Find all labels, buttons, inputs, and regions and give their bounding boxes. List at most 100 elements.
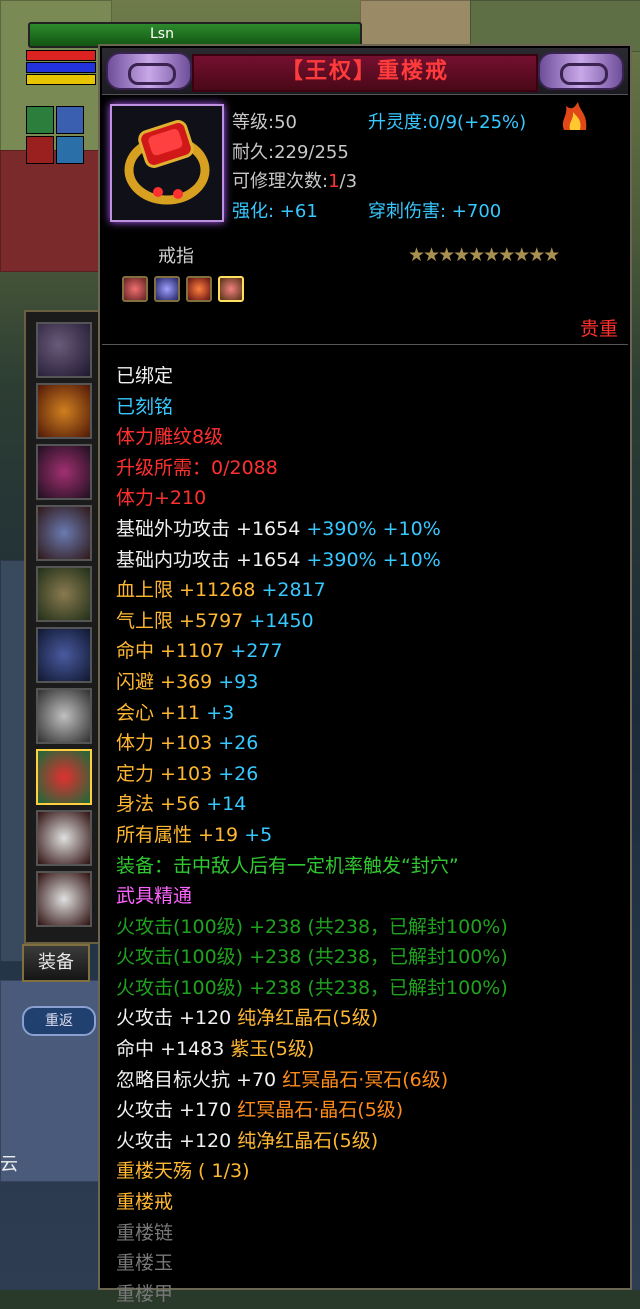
return-button[interactable]: 重返 [22,1006,96,1036]
attribute-line: 会心 +11 +3 [116,698,508,729]
tooltip-title-bar: 【王权】重楼戒 [102,48,628,95]
flame-icon [562,102,587,130]
item-type: 戒指 [158,246,194,267]
item-level: 等级:50 [232,112,297,133]
slot-boots[interactable] [36,627,92,683]
attribute-line: 身法 +56 +14 [116,789,508,820]
attribute-text: 火攻击 +120 [116,1007,238,1030]
slot-shoulder[interactable] [36,383,92,439]
buff-icon[interactable] [26,106,54,134]
attribute-text: +390% +10% [306,548,441,571]
enhance-level: 强化: +61 [232,201,318,222]
attribute-text: 重楼链 [116,1221,174,1244]
slot-hat[interactable] [36,566,92,622]
attribute-text: 基础外功攻击 +1654 [116,517,307,540]
attribute-text: 体力雕纹8级 [116,426,224,449]
attribute-line: 命中 +1107 +277 [116,636,508,667]
buff-icon[interactable] [56,136,84,164]
attribute-text: +26 [218,732,259,755]
slot-bracer[interactable] [36,444,92,500]
slot-amulet-1[interactable] [36,810,92,866]
player-name: Lsn [150,26,174,42]
ascend-degree: 升灵度:0/9(+25%) [368,108,526,134]
buff-icon[interactable] [26,136,54,164]
attribute-text: 火攻击(100级) +238 (共238，已解封100%) [116,915,508,938]
durability: 耐久:229/255 [232,142,349,163]
attribute-line: 火攻击(100级) +238 (共238，已解封100%) [116,973,508,1004]
attribute-list: 已绑定 已刻铭 体力雕纹8级 升级所需：0/2088 体力+210 基础外功攻击 +165… [116,361,508,1309]
ring-icon [124,120,210,205]
attribute-text: 闪避 +369 [116,670,219,693]
attribute-line: 火攻击 +170 红冥晶石·晶石(5级) [116,1095,508,1126]
attribute-text: 会心 +11 [116,701,207,724]
attribute-line: 重楼天殇 ( 1/3) [116,1156,508,1187]
slot-amulet-2[interactable] [36,871,92,927]
attribute-text: +2817 [261,579,326,602]
attribute-line: 基础外功攻击 +1654 +390% +10% [116,514,508,545]
repair-count: 可修理次数:1/3 [232,167,357,193]
attribute-line: 火攻击(100级) +238 (共238，已解封100%) [116,942,508,973]
attribute-text: 火攻击 +120 [116,1129,238,1152]
attribute-text: +3 [206,701,235,724]
buff-icon[interactable] [56,106,84,134]
slot-gloves[interactable] [36,505,92,561]
attribute-text: +14 [206,793,247,816]
attribute-text: 升级所需：0/2088 [116,456,278,479]
energy-bar [26,74,96,85]
attribute-text: +93 [218,670,259,693]
attribute-text: +5 [244,823,273,846]
attribute-line: 重楼戒 [116,1187,508,1218]
attributes-section: 已绑定 已刻铭 体力雕纹8级 升级所需：0/2088 体力+210 基础外功攻击 +165… [102,344,628,1305]
ascend-bonus: (+25%) [457,112,527,133]
attribute-text: 火攻击(100级) +238 (共238，已解封100%) [116,946,508,969]
gem-slot-red-icon [122,276,148,302]
attribute-text: 血上限 +11268 [116,579,262,602]
attribute-text: 纯净红晶石(5级) [237,1007,379,1030]
star-rating: ★★★★★★★★★★ [408,244,560,266]
attribute-line: 重楼玉 [116,1248,508,1279]
attribute-text: 气上限 +5797 [116,609,250,632]
attribute-text: 红冥晶石·冥石(6级) [282,1068,449,1091]
attribute-line: 忽略目标火抗 +70 红冥晶石·冥石(6级) [116,1065,508,1096]
tab-equipment[interactable]: 装备 [22,944,90,982]
attribute-line: 武具精通 [116,881,508,912]
attribute-text: 命中 +1107 [116,640,231,663]
attribute-text: 重楼天殇 ( 1/3) [116,1160,250,1183]
repair-label: 可修理次数: [232,171,329,192]
repair-total: /3 [339,171,358,192]
attribute-line: 定力 +103 +26 [116,759,508,790]
slot-ring-1[interactable] [36,688,92,744]
attribute-text: 命中 +1483 [116,1038,231,1061]
attribute-text: +390% +10% [306,517,441,540]
hp-mp-bars [26,50,96,86]
attribute-text: 体力 +103 [116,732,219,755]
attribute-line: 重楼链 [116,1218,508,1249]
slot-necklace[interactable] [36,322,92,378]
item-rarity: 贵重 [579,318,618,340]
attribute-line: 装备：击中敌人后有一定机率触发“封穴” [116,851,508,882]
attribute-line: 升级所需：0/2088 [116,453,508,484]
scene-character [0,560,26,962]
attribute-text: 重楼玉 [116,1252,174,1275]
equipment-slots-panel [24,310,103,944]
attribute-line: 重楼甲 [116,1279,508,1309]
attribute-line: 基础内功攻击 +1654 +390% +10% [116,545,508,576]
scene-text: 云 [0,1154,18,1175]
slot-ring-2[interactable] [36,749,92,805]
attribute-text: 红冥晶石·晶石(5级) [237,1099,404,1122]
attribute-line: 气上限 +5797 +1450 [116,606,508,637]
attribute-line: 闪避 +369 +93 [116,667,508,698]
attribute-text: 基础内功攻击 +1654 [116,548,307,571]
attribute-line: 体力 +103 +26 [116,728,508,759]
attribute-line: 已绑定 [116,361,508,392]
attribute-text: 火攻击 +170 [116,1099,238,1122]
ascend-value: 升灵度:0/9 [368,112,458,133]
attribute-line: 火攻击(100级) +238 (共238，已解封100%) [116,912,508,943]
attribute-text: 所有属性 +19 [116,823,245,846]
mp-bar [26,62,96,73]
attribute-text: 火攻击(100级) +238 (共238，已解封100%) [116,976,508,999]
attribute-line: 体力+210 [116,483,508,514]
attribute-text: 紫玉(5级) [230,1038,315,1061]
gem-slot-gold-icon [218,276,244,302]
hp-bar [26,50,96,61]
